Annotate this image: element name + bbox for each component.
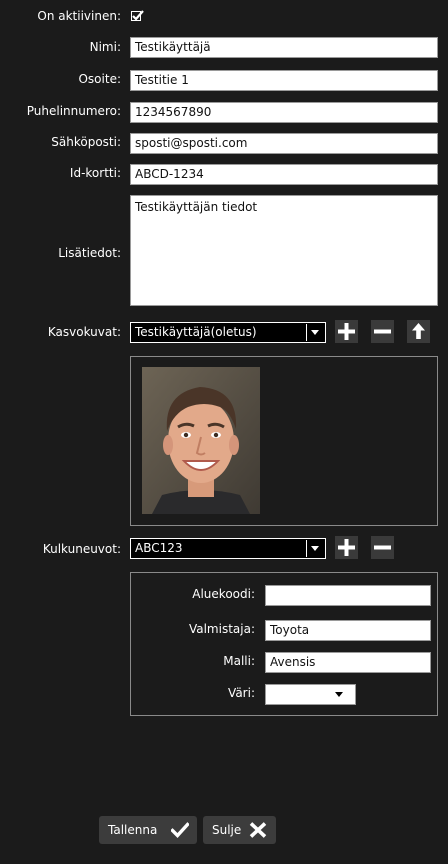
area-code-label: Aluekoodi: <box>192 587 255 601</box>
remove-face-button[interactable] <box>371 320 394 343</box>
vehicles-select-arrow[interactable] <box>306 540 324 557</box>
add-vehicle-button[interactable] <box>335 536 358 559</box>
color-select[interactable] <box>265 684 356 705</box>
address-label: Osoite: <box>78 72 121 86</box>
idcard-label: Id-kortti: <box>69 166 121 180</box>
vehicle-details-panel: Aluekoodi: Valmistaja: Toyota Malli: Ave… <box>130 572 438 716</box>
minus-icon <box>374 329 391 334</box>
checkmark-icon <box>132 10 144 21</box>
chevron-down-icon <box>335 692 343 697</box>
email-field[interactable]: sposti@sposti.com <box>130 133 438 154</box>
user-form-page: On aktiivinen: Nimi: Testikäyttäjä Osoit… <box>0 0 448 864</box>
notes-textarea[interactable]: Testikäyttäjän tiedot <box>130 195 438 306</box>
active-checkbox[interactable] <box>131 10 144 21</box>
name-field[interactable]: Testikäyttäjä <box>130 37 438 58</box>
save-button-label: Tallenna <box>108 823 158 837</box>
faces-label: Kasvokuvat: <box>47 325 121 339</box>
idcard-field[interactable]: ABCD-1234 <box>130 164 438 185</box>
vehicles-select-value: ABC123 <box>135 541 183 555</box>
chevron-down-icon <box>311 330 319 335</box>
faces-select[interactable]: Testikäyttäjä(oletus) <box>130 322 326 343</box>
close-icon <box>249 822 267 838</box>
save-button[interactable]: Tallenna <box>99 816 197 844</box>
chevron-down-icon <box>311 546 319 551</box>
vehicles-select[interactable]: ABC123 <box>130 538 326 559</box>
minus-icon <box>374 545 391 550</box>
faces-select-value: Testikäyttäjä(oletus) <box>135 325 257 339</box>
area-code-field[interactable] <box>265 585 431 606</box>
name-label: Nimi: <box>89 40 121 54</box>
plus-icon <box>338 539 355 556</box>
address-field[interactable]: Testitie 1 <box>130 70 438 91</box>
phone-label: Puhelinnumero: <box>26 104 121 118</box>
maker-label: Valmistaja: <box>188 622 255 636</box>
upload-face-button[interactable] <box>407 320 430 343</box>
phone-field[interactable]: 1234567890 <box>130 102 438 123</box>
checkmark-icon <box>171 822 189 838</box>
color-label: Väri: <box>228 686 255 700</box>
email-label: Sähköposti: <box>51 135 121 149</box>
faces-select-arrow[interactable] <box>306 324 324 341</box>
vehicles-label: Kulkuneuvot: <box>42 542 121 556</box>
model-label: Malli: <box>223 654 255 668</box>
face-photo-image <box>142 367 260 514</box>
close-button-label: Sulje <box>212 823 242 837</box>
close-button[interactable]: Sulje <box>203 816 276 844</box>
active-label: On aktiivinen: <box>37 9 121 23</box>
model-field[interactable]: Avensis <box>265 652 431 673</box>
notes-label: Lisätiedot: <box>58 246 121 260</box>
add-face-button[interactable] <box>335 320 358 343</box>
maker-field[interactable]: Toyota <box>265 620 431 641</box>
arrow-up-icon <box>412 323 425 339</box>
remove-vehicle-button[interactable] <box>371 536 394 559</box>
face-photo[interactable] <box>142 367 260 514</box>
plus-icon <box>338 323 355 340</box>
face-photo-panel <box>130 356 438 526</box>
